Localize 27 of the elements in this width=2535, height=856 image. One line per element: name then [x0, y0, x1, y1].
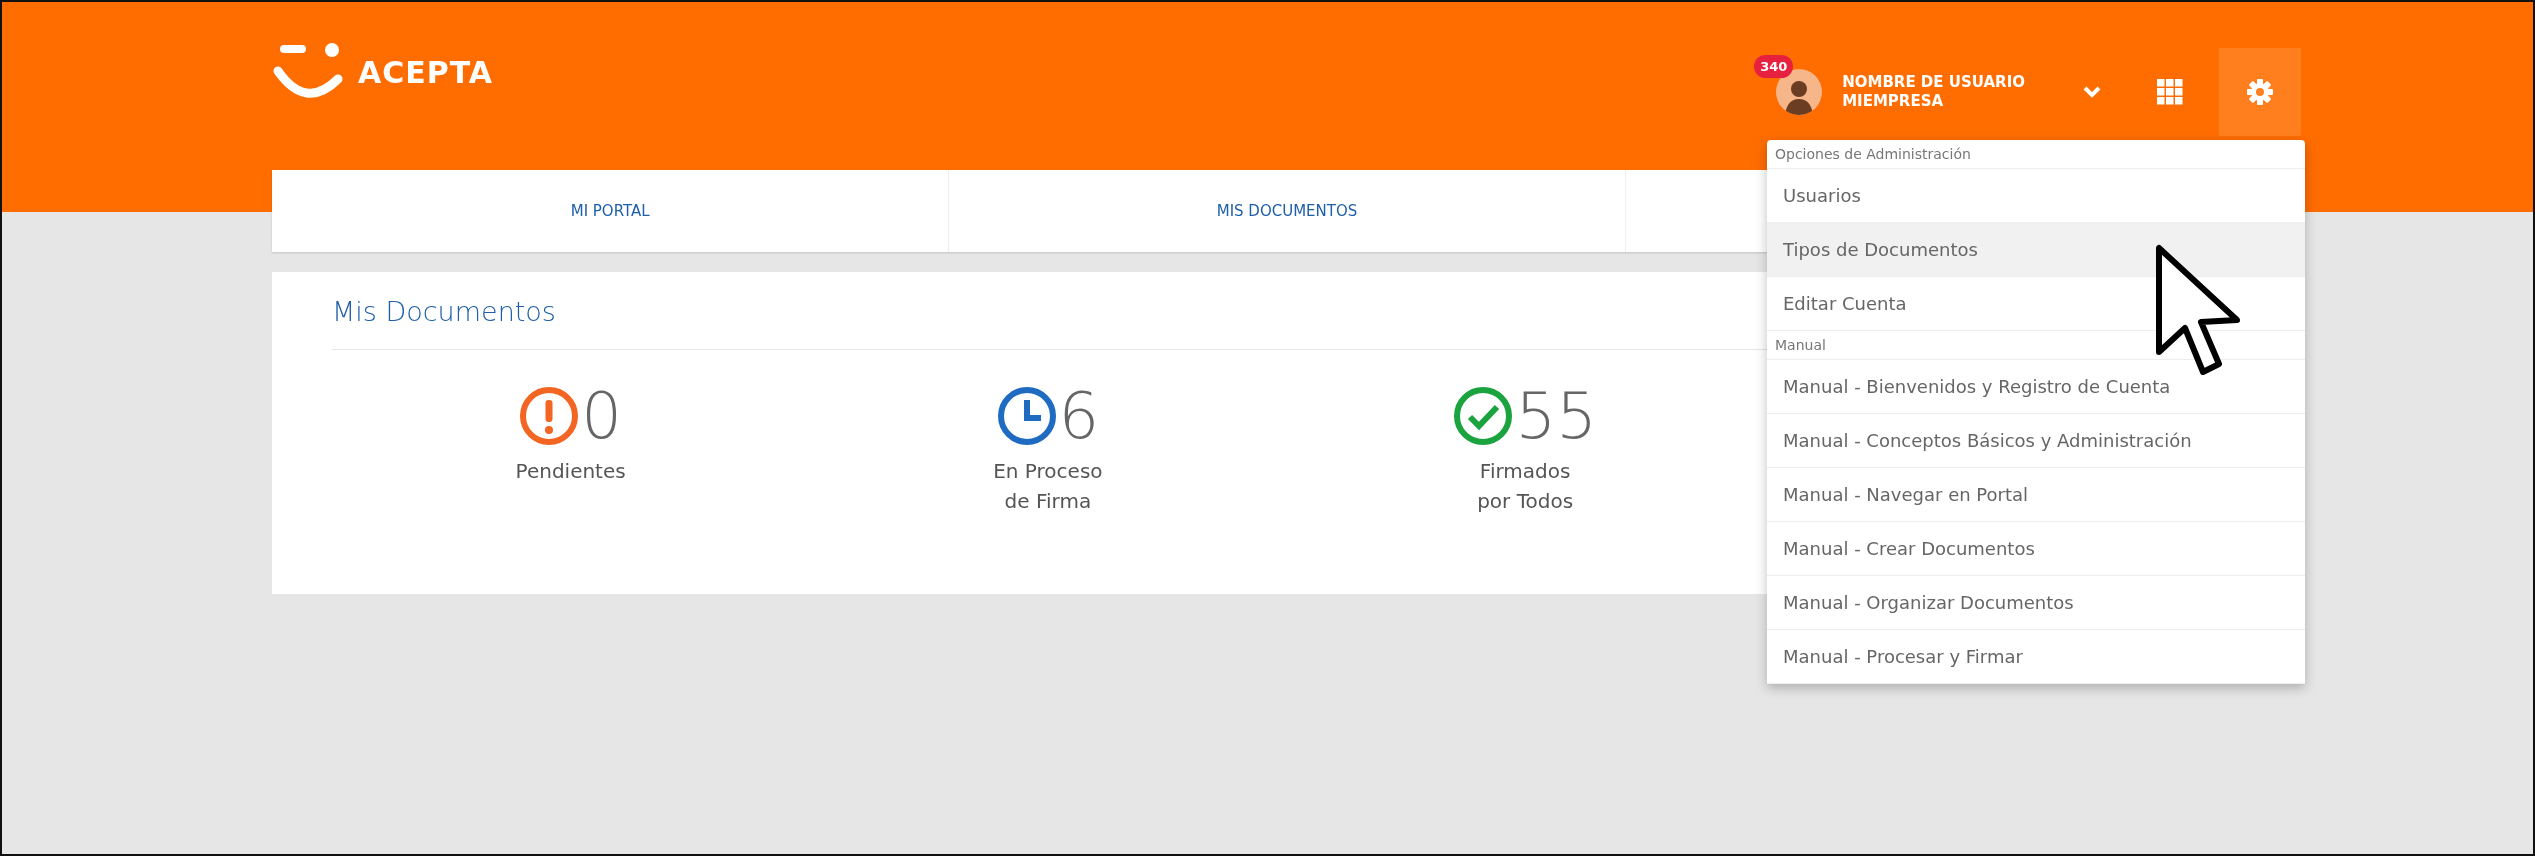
- menu-item[interactable]: Manual - Bienvenidos y Registro de Cuenta: [1767, 360, 2305, 414]
- check-circle-icon: [1453, 386, 1514, 446]
- stat-label: En Proceso de Firma: [992, 458, 1104, 515]
- exclamation-icon: [519, 386, 580, 446]
- menu-item[interactable]: Manual - Organizar Documentos: [1767, 576, 2305, 630]
- chevron-down-icon: [2083, 86, 2101, 98]
- menu-item[interactable]: Usuarios: [1767, 169, 2305, 223]
- notification-badge: 340: [1754, 55, 1794, 78]
- mouse-pointer-icon: [2155, 244, 2241, 378]
- user-name: NOMBRE DE USUARIO: [1842, 73, 2025, 92]
- stat-label: Pendientes: [514, 458, 627, 485]
- stat-count: 0: [581, 380, 622, 452]
- company-name: MIEMPRESA: [1842, 92, 1945, 111]
- grid-icon: [2157, 79, 2183, 105]
- stat-count: 55: [1515, 380, 1597, 452]
- brand-name: ACEPTA: [358, 54, 494, 90]
- menu-item[interactable]: Manual - Crear Documentos: [1767, 522, 2305, 576]
- clock-icon: [996, 386, 1057, 446]
- nav-tab[interactable]: MIS DOCUMENTOS: [948, 170, 1625, 252]
- menu-item[interactable]: Manual - Navegar en Portal: [1767, 468, 2305, 522]
- stat-count: 6: [1058, 380, 1100, 452]
- settings-button[interactable]: [2219, 48, 2301, 136]
- menu-item[interactable]: Manual - Conceptos Básicos y Administración: [1767, 414, 2305, 468]
- stat-label: Firmados por Todos: [1476, 458, 1575, 515]
- menu-item[interactable]: Tipos de Documentos: [1767, 223, 2305, 277]
- menu-item[interactable]: Manual - Procesar y Firmar: [1767, 630, 2305, 684]
- nav-tab[interactable]: MI PORTAL: [272, 170, 949, 252]
